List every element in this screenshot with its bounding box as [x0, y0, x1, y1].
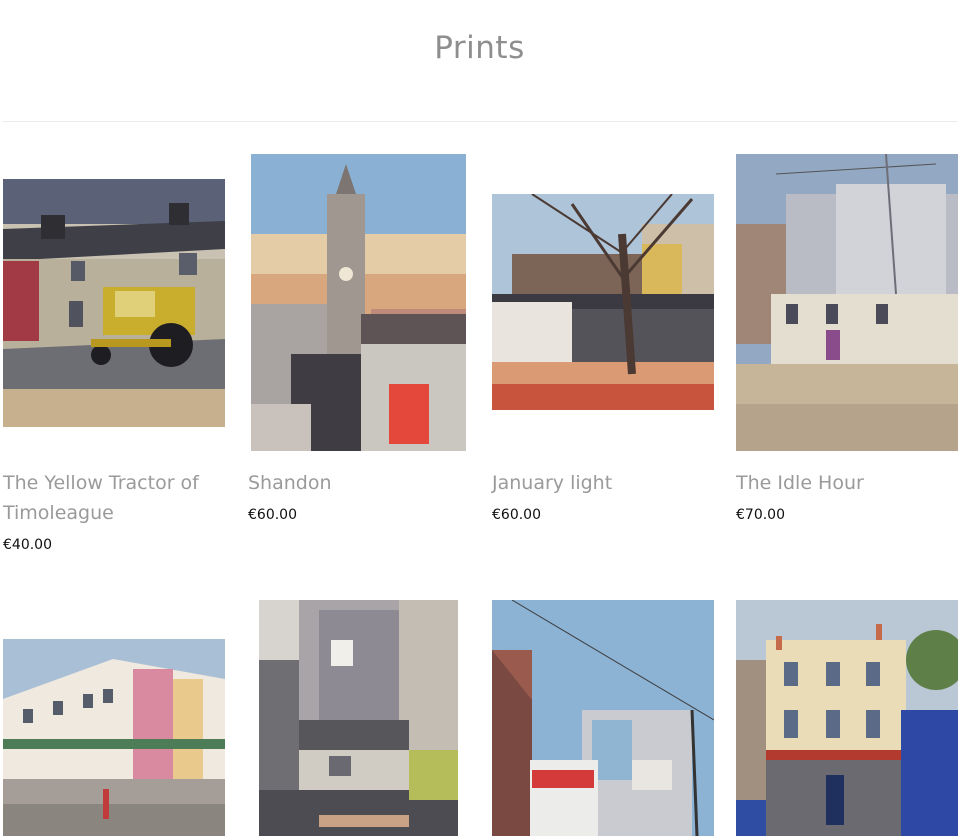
product-price: €70.00 — [736, 507, 785, 523]
product-image[interactable] — [736, 154, 958, 451]
product-image[interactable] — [259, 600, 458, 836]
product-image[interactable] — [251, 154, 466, 451]
product-title[interactable]: The Yellow Tractor of Timoleague — [3, 468, 228, 528]
product-price: €60.00 — [248, 507, 297, 523]
product-title[interactable]: January light — [492, 468, 717, 498]
product-image[interactable] — [736, 600, 958, 836]
product-price: €60.00 — [492, 507, 541, 523]
product-image[interactable] — [492, 194, 714, 410]
product-image[interactable] — [3, 639, 225, 836]
header-divider — [2, 121, 957, 122]
product-title[interactable]: The Idle Hour — [736, 468, 959, 498]
product-image[interactable] — [492, 600, 714, 836]
product-image[interactable] — [3, 179, 225, 427]
page-title: Prints — [434, 30, 525, 66]
product-price: €40.00 — [3, 537, 52, 553]
product-title[interactable]: Shandon — [248, 468, 473, 498]
